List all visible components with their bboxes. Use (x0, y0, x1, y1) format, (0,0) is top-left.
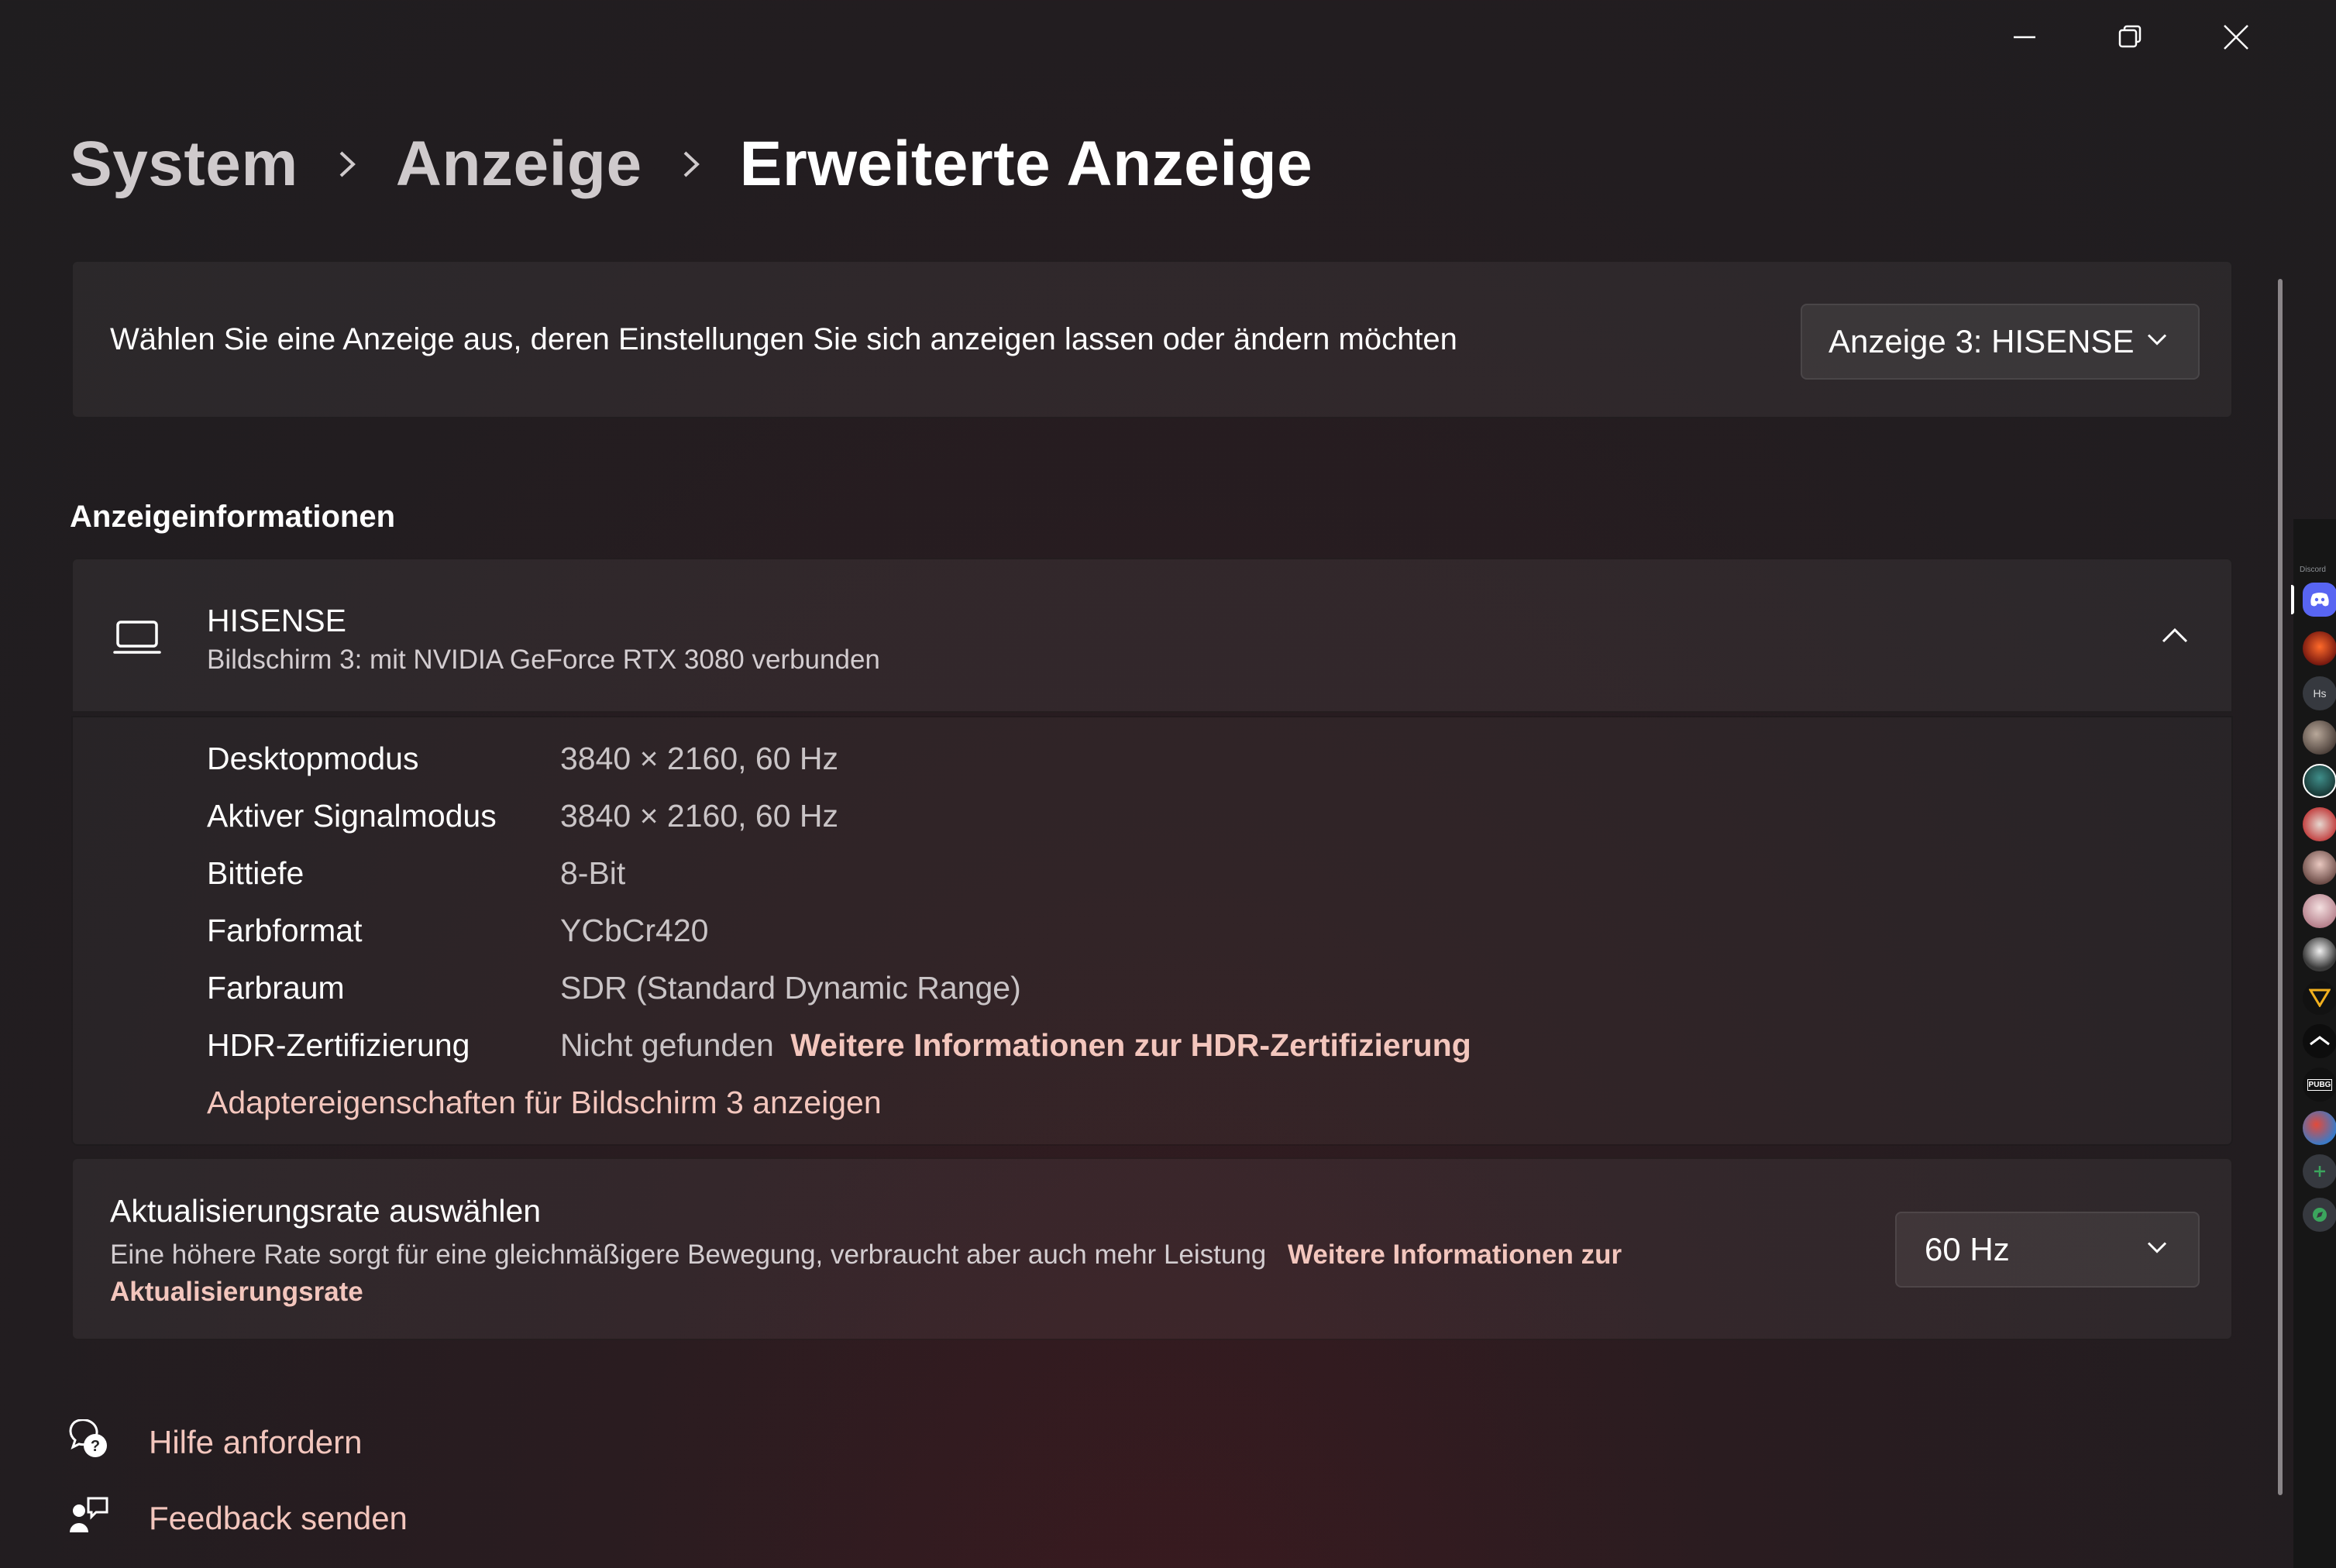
refresh-rate-dropdown[interactable]: 60 Hz (1895, 1212, 2200, 1288)
adapter-properties-link[interactable]: Adaptereigenschaften für Bildschirm 3 an… (207, 1085, 882, 1121)
add-server-icon[interactable] (2303, 1154, 2336, 1188)
hdr-value-row: Nicht gefunden Weitere Informationen zur… (560, 1027, 1471, 1064)
hdr-info-link[interactable]: Weitere Informationen zur HDR-Zertifizie… (790, 1027, 1471, 1063)
server-icon-pubg[interactable]: PUBG (2303, 1068, 2336, 1102)
info-value: 3840 × 2160, 60 Hz (560, 741, 839, 776)
hdr-value: Nicht gefunden (560, 1027, 774, 1063)
settings-window: System Anzeige Erweiterte Anzeige Wählen… (0, 0, 2292, 1568)
refresh-rate-description: Eine höhere Rate sorgt für eine gleichmä… (110, 1240, 1267, 1270)
hdr-label: HDR-Zertifizierung (207, 1027, 470, 1063)
server-icon[interactable] (2303, 631, 2336, 665)
display-dropdown-value: Anzeige 3: HISENSE (1829, 323, 2135, 359)
chevron-right-icon (664, 149, 718, 180)
chevron-down-icon (2147, 1242, 2167, 1258)
svg-text:?: ? (91, 1438, 100, 1455)
refresh-rate-info-link[interactable]: Weitere Informationen zur (1288, 1240, 1622, 1270)
info-label: Farbformat (207, 913, 363, 948)
refresh-rate-dropdown-value: 60 Hz (1925, 1231, 2010, 1267)
scrollbar-thumb[interactable] (2278, 279, 2283, 1495)
discord-selected-indicator (2291, 585, 2294, 614)
server-icon[interactable] (2303, 720, 2336, 755)
breadcrumb-system[interactable]: System (70, 128, 298, 201)
refresh-rate-description-block: Eine höhere Rate sorgt für eine gleichmä… (110, 1236, 1753, 1311)
feedback-icon (68, 1495, 110, 1541)
server-icon[interactable] (2303, 1111, 2336, 1145)
server-icon[interactable] (2303, 1024, 2336, 1058)
info-value: 8-Bit (560, 855, 626, 891)
display-info-header[interactable]: HISENSE Bildschirm 3: mit NVIDIA GeForce… (71, 558, 2233, 713)
server-icon-hs[interactable]: Hs (2303, 676, 2336, 710)
laptop-icon (113, 620, 161, 659)
server-icon[interactable] (2303, 807, 2336, 841)
display-info-body (71, 716, 2233, 1146)
server-icon[interactable] (2303, 981, 2336, 1015)
info-label: Aktiver Signalmodus (207, 798, 497, 834)
restore-button[interactable] (2077, 0, 2183, 74)
display-subtitle: Bildschirm 3: mit NVIDIA GeForce RTX 308… (207, 645, 880, 675)
server-icon[interactable] (2303, 894, 2336, 928)
discord-home-icon[interactable] (2303, 583, 2336, 617)
info-value: 3840 × 2160, 60 Hz (560, 798, 839, 834)
minimize-button[interactable] (1972, 0, 2077, 74)
info-value: YCbCr420 (560, 913, 709, 948)
explore-servers-icon[interactable] (2303, 1198, 2336, 1232)
breadcrumb-anzeige[interactable]: Anzeige (396, 128, 642, 201)
chevron-down-icon (2147, 334, 2167, 350)
display-dropdown[interactable]: Anzeige 3: HISENSE (1801, 304, 2200, 380)
display-select-card: Wählen Sie eine Anzeige aus, deren Einst… (71, 260, 2233, 418)
help-label: Hilfe anfordern (149, 1423, 363, 1460)
info-label: Farbraum (207, 970, 345, 1006)
feedback-link[interactable]: Feedback senden (68, 1495, 408, 1541)
feedback-label: Feedback senden (149, 1499, 408, 1536)
refresh-rate-info-link-cont[interactable]: Aktualisierungsrate (110, 1277, 363, 1307)
section-title: Anzeigeinformationen (70, 500, 396, 534)
chevron-right-icon (320, 149, 374, 180)
minimize-icon (2014, 36, 2035, 39)
server-icon[interactable] (2303, 764, 2336, 798)
info-label: Desktopmodus (207, 741, 419, 776)
server-icon[interactable] (2303, 851, 2336, 885)
display-name: HISENSE (207, 603, 346, 638)
server-pubg-label: PUBG (2307, 1078, 2333, 1091)
refresh-rate-card: Aktualisierungsrate auswählen Eine höher… (71, 1157, 2233, 1340)
chevron-up-icon[interactable] (2162, 628, 2188, 647)
page-title: Erweiterte Anzeige (739, 129, 1313, 199)
close-button[interactable] (2183, 0, 2289, 74)
discord-rail-label: Discord (2300, 566, 2326, 574)
close-icon (2224, 25, 2248, 50)
refresh-rate-title: Aktualisierungsrate auswählen (110, 1193, 542, 1229)
info-value: SDR (Standard Dynamic Range) (560, 970, 1021, 1006)
help-icon: ? (68, 1418, 110, 1465)
server-hs-label: Hs (2313, 687, 2327, 700)
info-label: Bittiefe (207, 855, 304, 891)
display-select-prompt: Wählen Sie eine Anzeige aus, deren Einst… (110, 322, 1457, 356)
breadcrumb: System Anzeige Erweiterte Anzeige (70, 128, 1312, 201)
help-link[interactable]: ? Hilfe anfordern (68, 1418, 363, 1465)
restore-icon (2118, 25, 2142, 48)
server-icon[interactable] (2303, 937, 2336, 971)
